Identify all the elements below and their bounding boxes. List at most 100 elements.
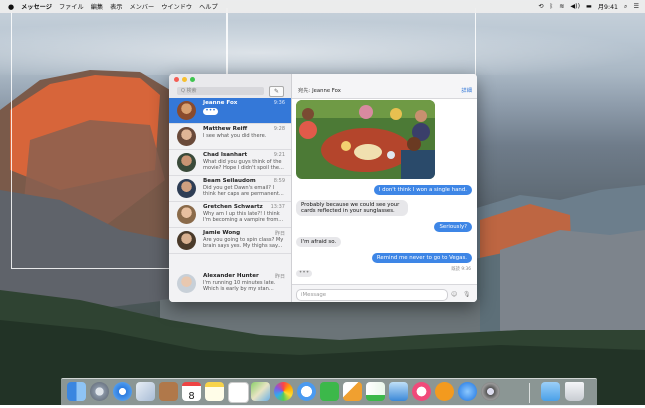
conversation-item[interactable]: Beam Seilaudom 8:59 Did you get Dawn's e… xyxy=(169,176,291,202)
conversation-item[interactable]: Alexander Hunter 昨日 I'm running 10 minut… xyxy=(169,271,291,296)
avatar xyxy=(177,127,196,146)
contact-name: Gretchen Schwartz xyxy=(203,204,263,210)
typing-indicator-icon: ••• xyxy=(296,270,312,277)
conversation-item[interactable]: Matthew Reiff 9:28 I see what you did th… xyxy=(169,124,291,150)
mail-icon[interactable] xyxy=(136,382,155,401)
avatar xyxy=(177,231,196,250)
contact-name: Jeanne Fox xyxy=(203,100,238,106)
conversation-sidebar: Q 検索 ✎ Jeanne Fox 9:36 ••• Matthew Reiff… xyxy=(169,74,292,302)
keynote-icon[interactable] xyxy=(389,382,408,401)
downloads-folder-icon[interactable] xyxy=(541,382,560,401)
app-store-icon[interactable] xyxy=(458,382,477,401)
avatar xyxy=(177,101,196,120)
apple-menu-icon[interactable]: ● xyxy=(8,3,14,11)
message-time: 9:28 xyxy=(273,126,285,132)
conversation-item[interactable]: Chad Isanhart 9:21 What did you guys thi… xyxy=(169,150,291,176)
message-bubble-incoming: I'm afraid so. xyxy=(296,237,342,247)
message-preview: What did you guys think of the movie? Ho… xyxy=(203,159,284,171)
battery-icon[interactable]: ▬ xyxy=(586,3,592,10)
message-bubble-outgoing: I don't think I won a single hand. xyxy=(373,185,472,195)
messages-icon[interactable] xyxy=(297,382,316,401)
message-preview: Are you going to spin class? My brain sa… xyxy=(203,237,284,249)
details-button[interactable]: 詳細 xyxy=(461,86,472,94)
contacts-icon[interactable] xyxy=(159,382,178,401)
contact-name: Jamie Wong xyxy=(203,230,241,236)
launchpad-icon[interactable] xyxy=(90,382,109,401)
facetime-icon[interactable] xyxy=(320,382,339,401)
maps-icon[interactable] xyxy=(251,382,270,401)
clock[interactable]: 月9:41 xyxy=(598,2,618,11)
message-time: 9:36 xyxy=(273,100,285,106)
message-bubble-incoming: Probably because we could see your cards… xyxy=(296,200,408,217)
menu-window[interactable]: ウインドウ xyxy=(161,2,192,11)
contact-name: Matthew Reiff xyxy=(203,126,248,132)
typing-indicator-icon: ••• xyxy=(203,108,218,115)
conversation-item[interactable]: Jamie Wong 昨日 Are you going to spin clas… xyxy=(169,228,291,254)
itunes-icon[interactable] xyxy=(412,382,431,401)
menu-help[interactable]: ヘルプ xyxy=(199,2,218,11)
bluetooth-icon[interactable]: ᛒ xyxy=(550,3,554,10)
time-machine-icon[interactable]: ⟲ xyxy=(538,3,543,10)
dock-separator xyxy=(529,383,530,403)
shared-photo[interactable] xyxy=(296,100,435,179)
search-field[interactable]: Q 検索 xyxy=(177,87,264,95)
finder-icon[interactable] xyxy=(67,382,86,401)
trash-icon[interactable] xyxy=(565,382,584,401)
message-time: 昨日 xyxy=(274,274,285,280)
message-bubble-outgoing: Seriously? xyxy=(434,222,472,232)
menu-file[interactable]: ファイル xyxy=(59,2,84,11)
message-input-bar: iMessage ☺ 🎙 xyxy=(292,284,477,302)
menu-extras: ⟲ ᛒ ≋ ◀)) ▬ 月9:41 ⌕ ☰ xyxy=(538,0,639,13)
recipient-field[interactable]: 宛先: Jeanne Fox xyxy=(298,86,341,94)
dock: 8 xyxy=(61,378,597,406)
ibooks-icon[interactable] xyxy=(435,382,454,401)
close-button[interactable] xyxy=(174,77,179,82)
calendar-icon[interactable]: 8 xyxy=(182,382,201,402)
message-bubble-outgoing: Remind me never to go to Vegas. xyxy=(371,253,472,263)
safari-icon[interactable] xyxy=(113,382,132,401)
system-preferences-icon[interactable] xyxy=(481,382,500,401)
chat-pane: 宛先: Jeanne Fox 詳細 I don't think I won a … xyxy=(292,74,477,302)
avatar xyxy=(177,205,196,224)
menu-messages[interactable]: メッセージ xyxy=(21,2,52,11)
contact-name: Alexander Hunter xyxy=(203,273,259,279)
microphone-icon[interactable]: 🎙 xyxy=(463,291,471,298)
notification-center-icon[interactable]: ☰ xyxy=(633,3,639,10)
compose-icon[interactable]: ✎ xyxy=(269,86,284,97)
avatar xyxy=(177,179,196,198)
recipient-name: Jeanne Fox xyxy=(312,88,341,94)
conversation-item[interactable]: Gretchen Schwartz 13:37 Why am I up this… xyxy=(169,202,291,228)
message-time: 昨日 xyxy=(274,231,285,237)
avatar xyxy=(177,153,196,172)
menu-edit[interactable]: 編集 xyxy=(91,2,103,11)
contact-name: Chad Isanhart xyxy=(203,152,248,158)
menu-bar: ● メッセージ ファイル 編集 表示 メンバー ウインドウ ヘルプ ⟲ ᛒ ≋ … xyxy=(0,0,645,13)
volume-icon[interactable]: ◀)) xyxy=(570,3,580,10)
conversation-item[interactable]: Jeanne Fox 9:36 ••• xyxy=(169,98,291,124)
menu-buddies[interactable]: メンバー xyxy=(129,2,154,11)
zoom-button[interactable] xyxy=(190,77,195,82)
numbers-icon[interactable] xyxy=(366,382,385,401)
minimize-button[interactable] xyxy=(182,77,187,82)
spotlight-icon[interactable]: ⌕ xyxy=(624,3,627,11)
message-input[interactable]: iMessage xyxy=(296,289,448,301)
pages-icon[interactable] xyxy=(343,382,362,401)
messages-window: Q 検索 ✎ Jeanne Fox 9:36 ••• Matthew Reiff… xyxy=(169,74,477,302)
contact-name: Beam Seilaudom xyxy=(203,178,256,184)
message-time: 9:21 xyxy=(273,152,285,158)
message-preview: Why am I up this late?! I think I'm beco… xyxy=(203,211,284,223)
read-receipt: 既読 9:36 xyxy=(451,267,471,272)
photos-icon[interactable] xyxy=(274,382,293,401)
message-time: 8:59 xyxy=(273,178,285,184)
wifi-icon[interactable]: ≋ xyxy=(559,3,564,10)
guide-line xyxy=(227,8,476,82)
notes-icon[interactable] xyxy=(205,382,224,401)
message-preview: Did you get Dawn's email? I think her ca… xyxy=(203,185,284,197)
emoji-icon[interactable]: ☺ xyxy=(451,291,457,298)
reminders-icon[interactable] xyxy=(228,382,249,403)
avatar xyxy=(177,274,196,293)
message-preview: I see what you did there. xyxy=(203,133,267,139)
to-label: 宛先: xyxy=(298,88,311,94)
menu-view[interactable]: 表示 xyxy=(110,2,122,11)
chat-header: 宛先: Jeanne Fox 詳細 xyxy=(292,74,477,99)
